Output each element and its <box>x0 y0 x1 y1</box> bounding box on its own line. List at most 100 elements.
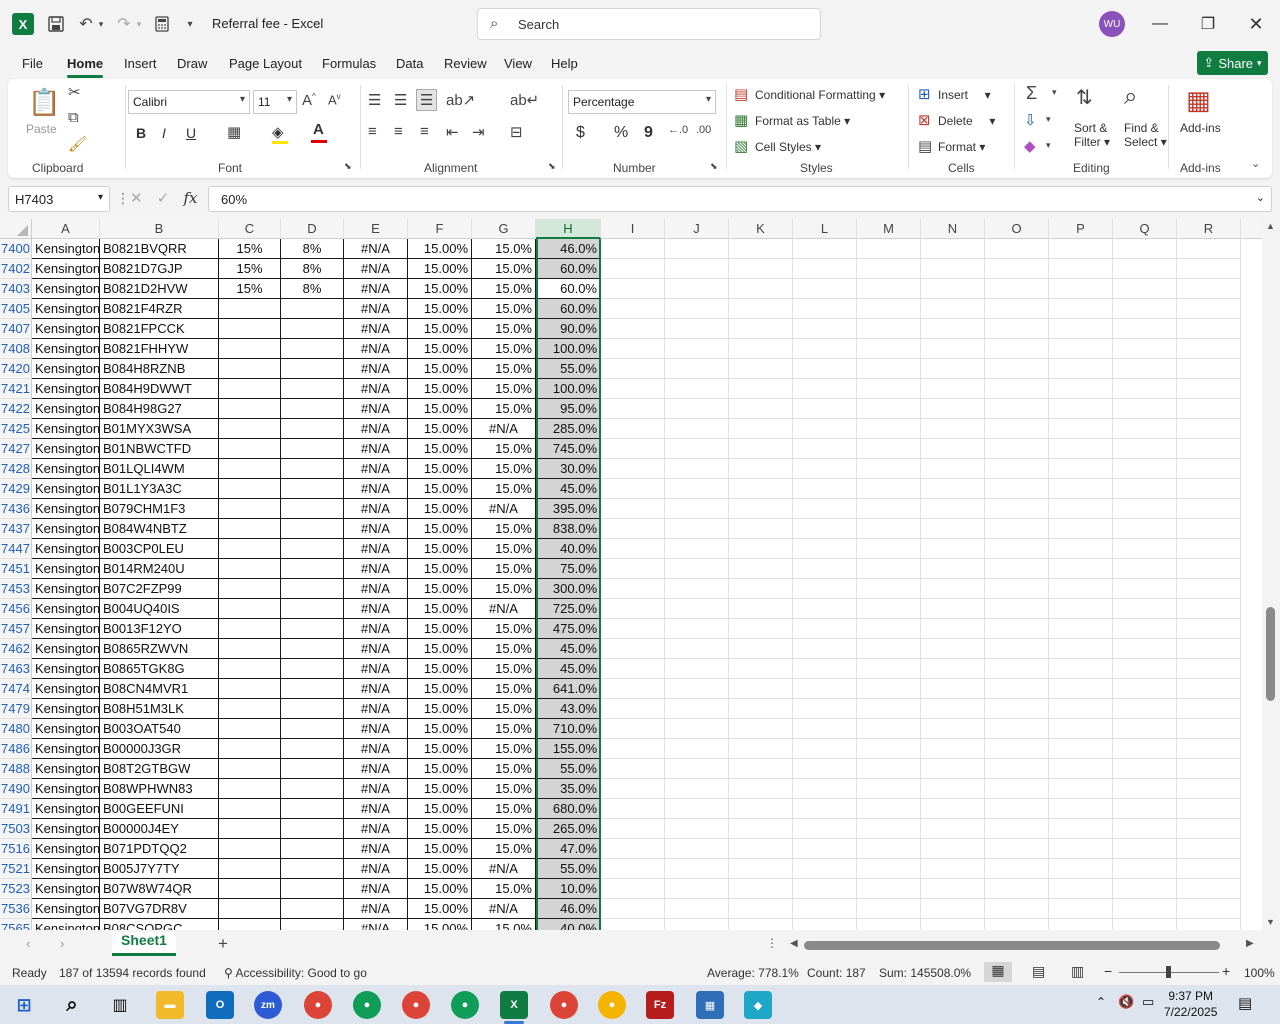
cell-d[interactable] <box>281 299 344 319</box>
cell-empty[interactable] <box>857 259 921 279</box>
row-header[interactable]: 7451 <box>0 559 32 579</box>
cell-f[interactable]: 15.00% <box>408 699 472 719</box>
cell-h[interactable]: 40.0% <box>536 919 601 930</box>
currency-button[interactable]: $ <box>576 124 585 142</box>
cell-h[interactable]: 90.0% <box>536 319 601 339</box>
spreadsheet-grid[interactable]: ABCDEFGHIJKLMNOPQR 7400 Kensington B0821BV… <box>0 219 1262 930</box>
cell-empty[interactable] <box>665 319 729 339</box>
cell-empty[interactable] <box>985 399 1049 419</box>
cell-empty[interactable] <box>857 579 921 599</box>
cell-h[interactable]: 10.0% <box>536 879 601 899</box>
cell-empty[interactable] <box>1177 879 1241 899</box>
page-break-view-icon[interactable]: ▥ <box>1071 963 1084 980</box>
cell-h[interactable]: 265.0% <box>536 819 601 839</box>
row-header[interactable]: 7565 <box>0 919 32 930</box>
cell-empty[interactable] <box>985 919 1049 930</box>
format-cells-icon[interactable]: ▤ <box>918 137 932 155</box>
cell-empty[interactable] <box>665 419 729 439</box>
cell-empty[interactable] <box>729 499 793 519</box>
cell-empty[interactable] <box>601 419 665 439</box>
cell-e[interactable]: #N/A <box>344 379 408 399</box>
cell-c[interactable] <box>219 839 281 859</box>
cell-empty[interactable] <box>793 759 857 779</box>
cell-empty[interactable] <box>857 279 921 299</box>
cell-empty[interactable] <box>1113 619 1177 639</box>
cell-d[interactable] <box>281 559 344 579</box>
cell-f[interactable]: 15.00% <box>408 859 472 879</box>
cell-empty[interactable] <box>1177 399 1241 419</box>
cell-empty[interactable] <box>601 759 665 779</box>
cell-empty[interactable] <box>1049 639 1113 659</box>
increase-font-icon[interactable]: A^ <box>302 92 316 109</box>
cell-a[interactable]: Kensington <box>32 399 100 419</box>
cell-e[interactable]: #N/A <box>344 519 408 539</box>
cell-empty[interactable] <box>1177 279 1241 299</box>
share-button[interactable]: ⇪ Share ▾ <box>1197 51 1268 75</box>
cell-h[interactable]: 725.0% <box>536 599 601 619</box>
cell-h[interactable]: 100.0% <box>536 379 601 399</box>
cell-a[interactable]: Kensington <box>32 839 100 859</box>
cell-empty[interactable] <box>985 779 1049 799</box>
cell-d[interactable] <box>281 739 344 759</box>
cell-empty[interactable] <box>601 679 665 699</box>
column-header-h[interactable]: H <box>536 219 601 239</box>
cell-empty[interactable] <box>1177 259 1241 279</box>
cell-empty[interactable] <box>857 539 921 559</box>
cell-b[interactable]: B08CN4MVR1 <box>100 679 219 699</box>
cell-e[interactable]: #N/A <box>344 479 408 499</box>
font-dialog-launcher-icon[interactable]: ⬊ <box>344 161 352 172</box>
cell-empty[interactable] <box>857 899 921 919</box>
cell-f[interactable]: 15.00% <box>408 319 472 339</box>
cell-empty[interactable] <box>1113 899 1177 919</box>
cell-empty[interactable] <box>1049 259 1113 279</box>
cell-e[interactable]: #N/A <box>344 639 408 659</box>
cell-e[interactable]: #N/A <box>344 439 408 459</box>
row-header[interactable]: 7521 <box>0 859 32 879</box>
cell-b[interactable]: B0821FHHYW <box>100 339 219 359</box>
cell-d[interactable]: 8% <box>281 239 344 259</box>
cell-b[interactable]: B08WPHWN83 <box>100 779 219 799</box>
cell-b[interactable]: B0821BVQRR <box>100 239 219 259</box>
cell-f[interactable]: 15.00% <box>408 299 472 319</box>
cell-a[interactable]: Kensington <box>32 539 100 559</box>
cell-empty[interactable] <box>665 919 729 930</box>
cell-b[interactable]: B084H9DWWT <box>100 379 219 399</box>
cell-h[interactable]: 475.0% <box>536 619 601 639</box>
scroll-left-icon[interactable]: ◀ <box>790 938 798 949</box>
cell-g[interactable]: 15.0% <box>472 559 536 579</box>
excel-taskbar-icon[interactable]: X <box>500 991 528 1024</box>
split-handle-icon[interactable]: ⋮ <box>766 936 778 950</box>
cell-empty[interactable] <box>729 259 793 279</box>
add-ins-button[interactable]: Add-ins <box>1180 121 1221 135</box>
cell-f[interactable]: 15.00% <box>408 599 472 619</box>
cell-b[interactable]: B004UQ40IS <box>100 599 219 619</box>
cell-empty[interactable] <box>665 579 729 599</box>
align-right-icon[interactable]: ≡ <box>420 123 429 140</box>
cell-empty[interactable] <box>1113 779 1177 799</box>
cell-empty[interactable] <box>1177 379 1241 399</box>
column-header-b[interactable]: B <box>100 219 219 239</box>
cell-h[interactable]: 155.0% <box>536 739 601 759</box>
align-center-icon[interactable]: ≡ <box>394 123 403 140</box>
cell-empty[interactable] <box>793 639 857 659</box>
cell-e[interactable]: #N/A <box>344 699 408 719</box>
cell-empty[interactable] <box>665 859 729 879</box>
cell-d[interactable] <box>281 819 344 839</box>
cell-empty[interactable] <box>665 399 729 419</box>
cell-g[interactable]: 15.0% <box>472 839 536 859</box>
cell-a[interactable]: Kensington <box>32 439 100 459</box>
cell-f[interactable]: 15.00% <box>408 239 472 259</box>
row-header[interactable]: 7421 <box>0 379 32 399</box>
scroll-down-icon[interactable]: ▼ <box>1266 917 1275 927</box>
cell-a[interactable]: Kensington <box>32 379 100 399</box>
cell-h[interactable]: 43.0% <box>536 699 601 719</box>
row-header[interactable]: 7429 <box>0 479 32 499</box>
cell-empty[interactable] <box>729 459 793 479</box>
cell-empty[interactable] <box>1113 519 1177 539</box>
cell-d[interactable] <box>281 719 344 739</box>
cell-h[interactable]: 641.0% <box>536 679 601 699</box>
cell-empty[interactable] <box>1049 619 1113 639</box>
cell-empty[interactable] <box>1113 539 1177 559</box>
cell-empty[interactable] <box>793 279 857 299</box>
cell-e[interactable]: #N/A <box>344 819 408 839</box>
